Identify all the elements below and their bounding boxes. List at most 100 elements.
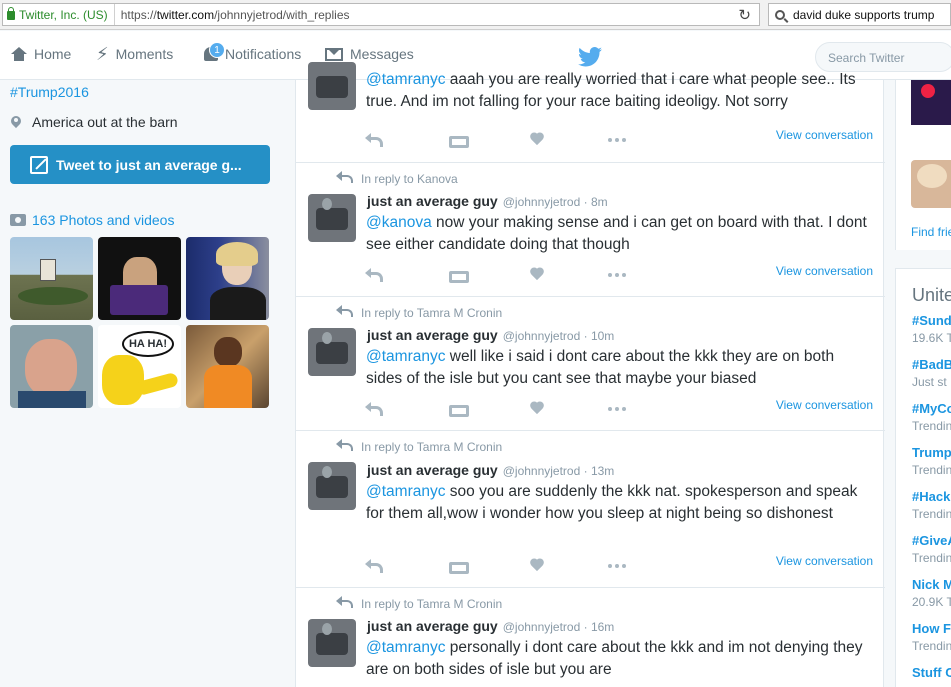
tweet-timeline: @tamranyc aaah you are really worried th… xyxy=(295,62,885,687)
trend-item[interactable]: Stuff C xyxy=(912,665,951,680)
reply-arrow-icon xyxy=(336,596,353,608)
in-reply-to[interactable]: In reply to Tamra M Cronin xyxy=(336,596,502,611)
trend-meta: Trendin xyxy=(912,419,951,433)
profile-location: America out at the barn xyxy=(11,114,178,130)
tweet-handle-time[interactable]: @johnnyjetrod · 8m xyxy=(503,195,608,209)
retweet-icon[interactable] xyxy=(448,134,469,148)
trend-item[interactable]: How F xyxy=(912,621,951,636)
tweet[interactable]: In reply to Kanova just an average guy @… xyxy=(296,163,885,297)
refresh-icon[interactable]: ↻ xyxy=(738,6,751,24)
view-conversation-link[interactable]: View conversation xyxy=(776,398,873,412)
tweet-avatar[interactable] xyxy=(308,462,356,510)
tweet-header: just an average guy @johnnyjetrod · 10m xyxy=(367,327,614,343)
twitter-search-input[interactable]: Search Twitter xyxy=(815,42,951,72)
profile-location-label: America out at the barn xyxy=(32,114,178,130)
photo-thumbnail[interactable] xyxy=(186,237,269,320)
tweet[interactable]: In reply to Tamra M Cronin just an avera… xyxy=(296,297,885,431)
like-icon[interactable] xyxy=(529,559,545,573)
like-icon[interactable] xyxy=(529,402,545,416)
profile-hashtag[interactable]: #Trump2016 xyxy=(10,84,89,100)
view-conversation-link[interactable]: View conversation xyxy=(776,128,873,142)
tweet-handle-time[interactable]: @johnnyjetrod · 13m xyxy=(503,464,615,478)
view-conversation-link[interactable]: View conversation xyxy=(776,264,873,278)
trend-item[interactable]: #GiveA xyxy=(912,533,951,548)
location-pin-icon xyxy=(11,116,21,129)
tweet-mention[interactable]: @tamranyc xyxy=(366,71,445,88)
nav-notifications-label: Notifications xyxy=(225,46,302,62)
reply-icon[interactable] xyxy=(365,559,383,573)
tweet-mention[interactable]: @tamranyc xyxy=(366,348,445,365)
retweet-icon[interactable] xyxy=(448,269,469,283)
trend-item[interactable]: #BadB xyxy=(912,357,951,372)
tweet-handle-time[interactable]: @johnnyjetrod · 16m xyxy=(503,620,615,634)
envelope-icon xyxy=(325,47,343,61)
tweet-avatar[interactable] xyxy=(308,328,356,376)
trend-meta: Trendin xyxy=(912,551,951,565)
in-reply-to[interactable]: In reply to Tamra M Cronin xyxy=(336,439,502,454)
tweet-to-button[interactable]: Tweet to just an average g... xyxy=(10,145,270,184)
reply-icon[interactable] xyxy=(365,268,383,282)
trend-item[interactable]: #MyCo xyxy=(912,401,951,416)
like-icon[interactable] xyxy=(529,268,545,282)
tweet-author-name[interactable]: just an average guy xyxy=(367,618,498,634)
tweet-mention[interactable]: @kanova xyxy=(366,214,432,231)
photo-thumbnail[interactable] xyxy=(98,237,181,320)
photo-thumbnail[interactable] xyxy=(10,237,93,320)
tweet-avatar[interactable] xyxy=(308,619,356,667)
tweet-author-name[interactable]: just an average guy xyxy=(367,193,498,209)
photo-thumbnail[interactable] xyxy=(10,325,93,408)
in-reply-to[interactable]: In reply to Kanova xyxy=(336,171,458,186)
find-friends-link[interactable]: Find frie xyxy=(911,225,951,239)
tweet-text: @tamranyc well like i said i dont care a… xyxy=(366,348,835,387)
photo-thumbnail[interactable] xyxy=(186,325,269,408)
search-icon xyxy=(775,9,785,20)
tweet-handle-time[interactable]: @johnnyjetrod · 10m xyxy=(503,329,615,343)
reply-icon[interactable] xyxy=(365,133,383,147)
more-icon[interactable] xyxy=(608,564,626,568)
retweet-icon[interactable] xyxy=(448,403,469,417)
tweet-actions xyxy=(365,133,626,148)
in-reply-to[interactable]: In reply to Tamra M Cronin xyxy=(336,305,502,320)
trend-item[interactable]: Nick M xyxy=(912,577,951,592)
trend-item[interactable]: Trump xyxy=(912,445,951,460)
url-field[interactable]: Twitter, Inc. (US) https://twitter.com/j… xyxy=(2,3,760,26)
tweet-actions xyxy=(365,559,626,574)
nav-moments[interactable]: ⚡︎ Moments xyxy=(96,45,173,63)
more-icon[interactable] xyxy=(608,273,626,277)
browser-search-field[interactable]: david duke supports trump xyxy=(768,3,951,26)
more-icon[interactable] xyxy=(608,138,626,142)
tweet[interactable]: In reply to Tamra M Cronin just an avera… xyxy=(296,588,885,687)
tweet-avatar[interactable] xyxy=(308,194,356,242)
notification-badge: 1 xyxy=(209,42,225,58)
site-identity[interactable]: Twitter, Inc. (US) xyxy=(3,4,115,25)
tweet[interactable]: @tamranyc aaah you are really worried th… xyxy=(296,62,885,163)
photos-videos-link[interactable]: 163 Photos and videos xyxy=(10,212,174,228)
tweet-mention[interactable]: @tamranyc xyxy=(366,483,445,500)
trend-meta: Just st xyxy=(912,375,947,389)
reply-icon[interactable] xyxy=(365,402,383,416)
tweet-avatar[interactable] xyxy=(308,62,356,110)
tweet-mention[interactable]: @tamranyc xyxy=(366,639,445,656)
trend-item[interactable]: #Hackl xyxy=(912,489,951,504)
nav-messages[interactable]: Messages xyxy=(325,46,414,62)
reply-arrow-icon xyxy=(336,305,353,317)
retweet-icon[interactable] xyxy=(448,560,469,574)
trend-meta: 19.6K T xyxy=(912,331,951,345)
like-icon[interactable] xyxy=(529,133,545,147)
home-icon xyxy=(11,47,27,61)
photo-thumbnail[interactable]: HA HA! xyxy=(98,325,181,408)
tweet-actions xyxy=(365,402,626,417)
trend-meta: Trendin xyxy=(912,639,951,653)
suggested-user-avatar[interactable] xyxy=(911,80,951,125)
more-icon[interactable] xyxy=(608,407,626,411)
view-conversation-link[interactable]: View conversation xyxy=(776,554,873,568)
trend-item[interactable]: #Sund xyxy=(912,313,951,328)
suggested-user-avatar[interactable] xyxy=(911,160,951,208)
url-text[interactable]: https://twitter.com/johnnyjetrod/with_re… xyxy=(115,8,350,22)
twitter-bird-icon[interactable] xyxy=(578,47,602,67)
trends-title: Unite xyxy=(912,285,951,305)
tweet-author-name[interactable]: just an average guy xyxy=(367,462,498,478)
nav-home[interactable]: Home xyxy=(11,46,71,62)
tweet-author-name[interactable]: just an average guy xyxy=(367,327,498,343)
tweet[interactable]: In reply to Tamra M Cronin just an avera… xyxy=(296,431,885,588)
